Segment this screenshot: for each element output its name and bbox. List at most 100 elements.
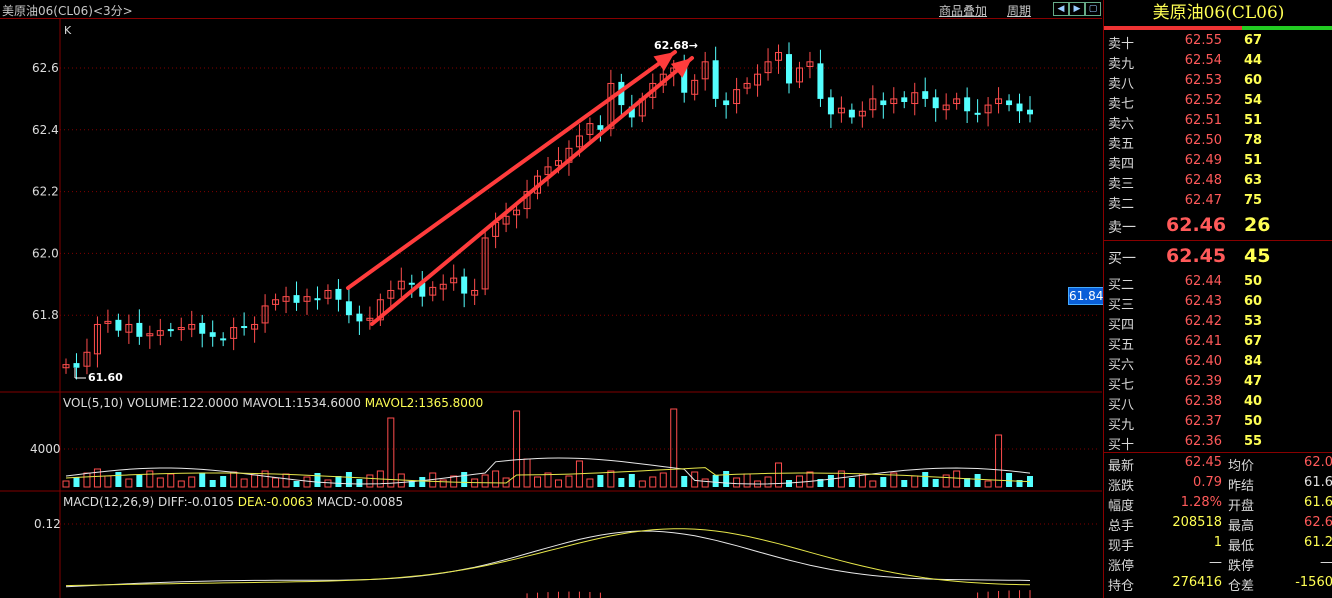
volume-bar [586,478,594,488]
bid-volume: 55 [1244,434,1263,449]
bid-row[interactable]: 买八 62.38 40 [1104,392,1332,413]
bid-row[interactable]: 买九 62.37 50 [1104,412,1332,433]
bid-row[interactable]: 买二 62.44 50 [1104,272,1332,293]
bid-price: 62.36 [1184,434,1222,449]
bid-price: 62.38 [1184,394,1222,409]
ask-label: 卖八 [1108,77,1135,92]
stat-row: 现手 1 最低 61.2 [1104,533,1332,554]
bid-label: 买七 [1108,378,1135,393]
ask-row[interactable]: 卖八 62.53 60 [1104,71,1332,92]
ask-row[interactable]: 卖九 62.54 44 [1104,51,1332,72]
candle-body [199,322,206,334]
candle-body [1027,109,1033,115]
bid-label: 买一 [1108,251,1136,267]
stat-label-2: 昨结 [1228,479,1255,494]
volume-bar [597,475,604,487]
volume-bar [932,479,939,487]
candle-body [1016,103,1023,112]
volume-bar [649,476,657,488]
bid-price: 62.41 [1184,334,1222,349]
high-annotation: 62.68→ [654,39,698,52]
bid-volume: 60 [1244,294,1263,309]
bid-volume: 45 [1244,245,1271,267]
bid-price: 62.45 [1166,245,1227,267]
prev-icon[interactable]: ◀ [1053,2,1069,16]
overlay-link[interactable]: 商品叠加 [939,2,987,19]
bid-row[interactable]: 买六 62.40 84 [1104,352,1332,373]
ask-price: 62.51 [1184,113,1222,128]
volume-bar [461,472,468,487]
ask-row[interactable]: 卖三 62.48 63 [1104,171,1332,192]
ask-row[interactable]: 卖二 62.47 75 [1104,191,1332,212]
stat-label-2: 跌停 [1228,559,1255,574]
stat-value: 62.45 [1184,455,1222,470]
candle-body [974,112,981,115]
candle-body [136,322,143,337]
volume-bar [324,479,332,488]
volume-bar [691,471,699,488]
volume-legend-text: VOL(5,10) VOLUME:122.0000 MAVOL1:1534.60… [63,396,361,410]
stat-value-2: 61.6 [1304,495,1332,510]
candle-body [345,301,352,316]
volume-bar [439,479,447,488]
bid-row[interactable]: 买三 62.43 60 [1104,292,1332,313]
next-icon[interactable]: ▶ [1069,2,1085,16]
volume-bar [848,478,855,487]
instrument-title: 美原油06(CL06)<3分> [2,4,133,18]
volume-bar [62,480,70,488]
volume-bar [911,475,919,488]
ask-volume: 44 [1244,53,1263,68]
ask-price: 62.48 [1184,173,1222,188]
low-annotation: 61.60 [88,371,123,384]
volume-bar [942,474,950,488]
bid-row[interactable]: 买五 62.41 67 [1104,332,1332,353]
bid-row[interactable]: 买七 62.39 47 [1104,372,1332,393]
ask-volume: 51 [1244,153,1263,168]
stat-label: 幅度 [1108,499,1135,514]
panel-title: 美原油06(CL06) [1152,3,1285,23]
ask-price: 62.46 [1166,214,1227,236]
trend-arrow [370,56,694,326]
candle-body [880,100,887,106]
bid-label: 买四 [1108,318,1135,333]
period-link[interactable]: 周期 [1007,2,1031,19]
volume-bar [638,480,646,488]
ask-price: 62.54 [1184,53,1222,68]
bid-label: 买二 [1108,278,1135,293]
ask-row[interactable]: 卖十 62.55 67 [1104,31,1332,52]
bid-price: 62.40 [1184,354,1222,369]
buy-ratio-bar [1242,26,1332,30]
candle-body [964,97,971,112]
kline-label: K [64,24,72,37]
bid-price: 62.44 [1184,274,1222,289]
volume-bar [806,471,814,488]
bid-row[interactable]: 买四 62.42 53 [1104,312,1332,333]
volume-bar [733,477,741,488]
stat-value-2: — [1320,555,1332,570]
ask-volume: 75 [1244,193,1263,208]
macd-tick-label: 0.12 [34,517,61,531]
candle-body [241,326,248,329]
volume-bar [670,408,678,488]
ask-label: 卖六 [1108,117,1135,132]
volume-bar [335,476,342,487]
candle-body [356,313,363,322]
bid-row[interactable]: 买十 62.36 55 [1104,432,1332,453]
ask-row[interactable]: 卖一 62.46 26 [1104,214,1332,236]
expand-icon[interactable]: ▢ [1085,2,1101,16]
volume-bar [251,474,259,488]
bid-volume: 50 [1244,414,1263,429]
bid-label: 买五 [1108,338,1135,353]
volume-bar [659,472,667,488]
ask-row[interactable]: 卖六 62.51 51 [1104,111,1332,132]
ask-row[interactable]: 卖五 62.50 78 [1104,131,1332,152]
bid-label: 买三 [1108,298,1135,313]
bid-row[interactable]: 买一 62.45 45 [1104,245,1332,267]
volume-bar [922,472,929,487]
candle-body [597,125,604,130]
chart-area: K 62.6 62.4 62.2 62.0 61.8 62.68→ 61.60 4000 0.12… [0,0,1104,598]
ask-row[interactable]: 卖七 62.52 54 [1104,91,1332,112]
ask-label: 卖九 [1108,57,1135,72]
volume-bar [146,470,154,488]
ask-row[interactable]: 卖四 62.49 51 [1104,151,1332,172]
